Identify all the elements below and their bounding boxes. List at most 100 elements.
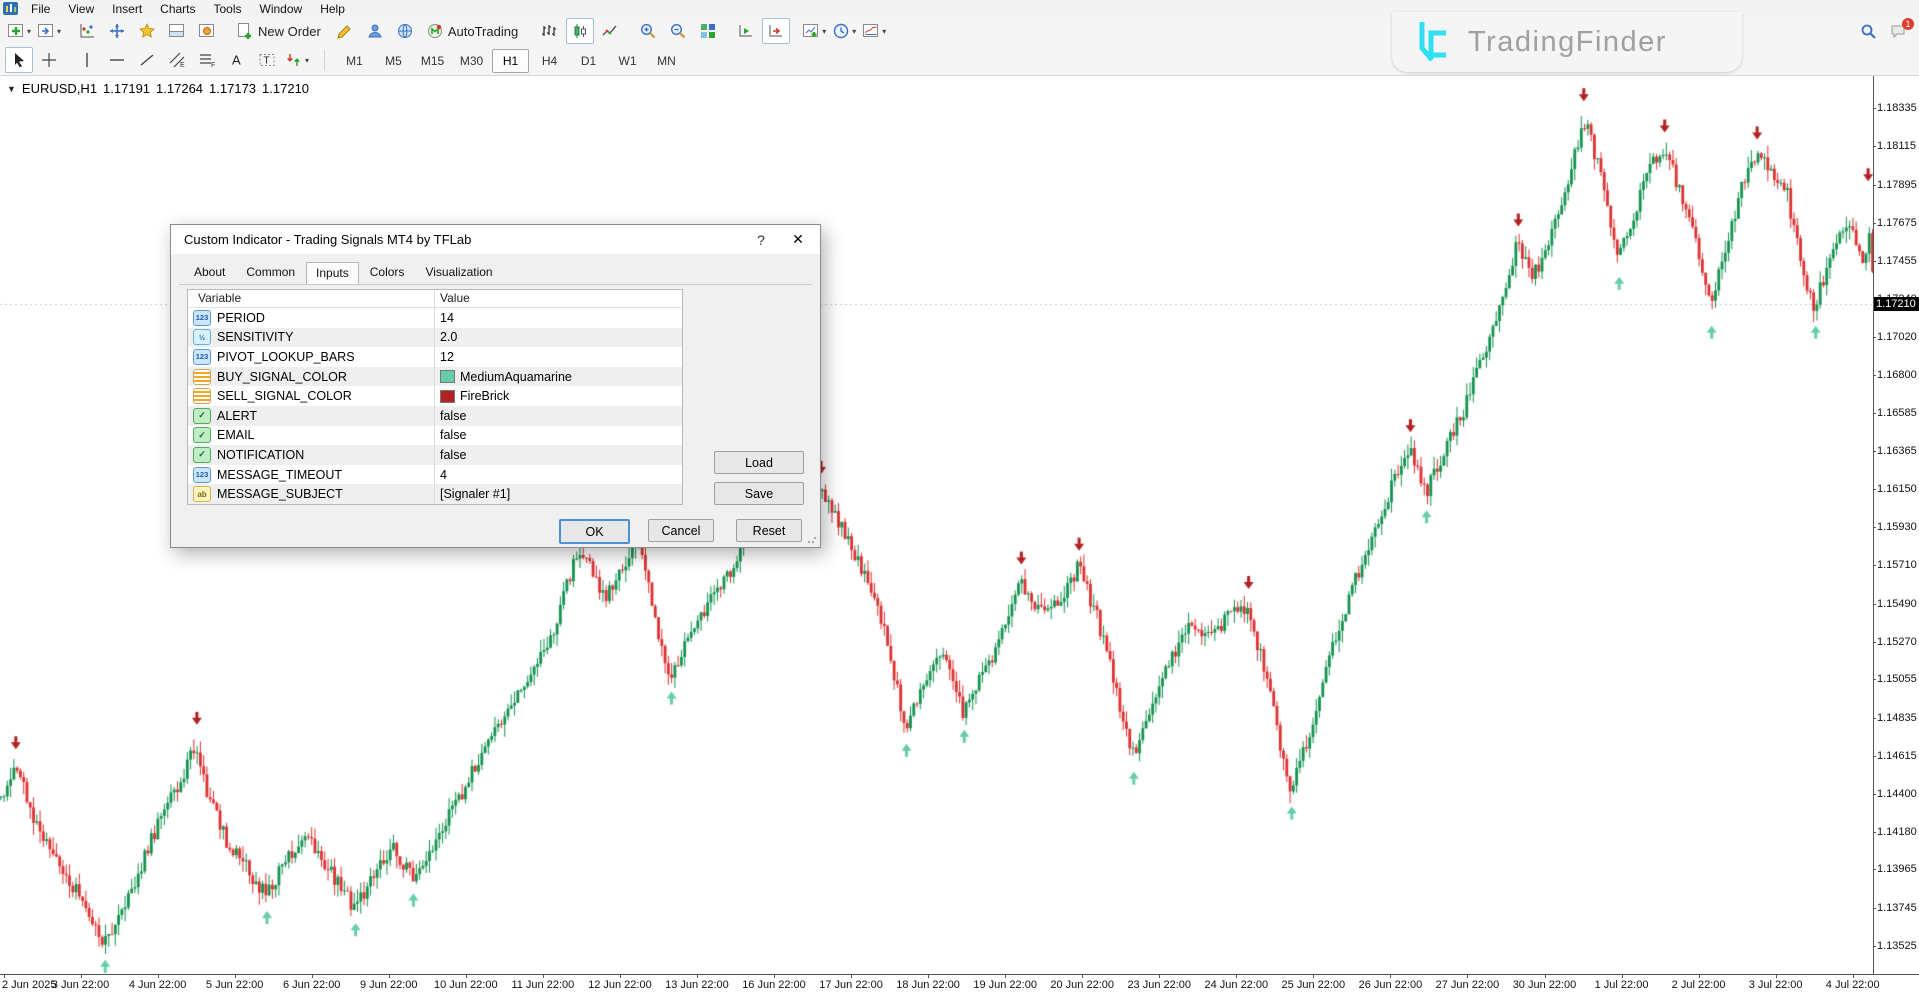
param-value[interactable]: 2.0 [434,330,457,344]
menu-window[interactable]: Window [251,1,312,17]
time-tick [81,975,82,978]
quote-open: 1.17191 [103,81,150,96]
reset-button[interactable]: Reset [736,519,802,542]
tile-windows-icon [699,22,717,40]
help-button[interactable]: ? [746,232,776,248]
navigator-button[interactable] [133,18,161,44]
experts-button[interactable] [361,18,389,44]
crosshair-button[interactable] [35,47,63,73]
profiles-button[interactable]: ▾ [35,18,63,44]
time-label: 16 Jun 22:00 [742,979,806,991]
param-value[interactable]: 12 [434,350,454,364]
text-label-button[interactable]: T [253,47,281,73]
metaeditor-button[interactable] [331,18,359,44]
timeframe-h4[interactable]: H4 [531,49,568,73]
dialog-titlebar[interactable]: Custom Indicator - Trading Signals MT4 b… [171,225,820,254]
param-row-period[interactable]: 123PERIOD14 [188,308,682,328]
chat-button[interactable]: 1 [1884,19,1912,45]
resize-grip[interactable] [807,534,817,544]
param-row-message_timeout[interactable]: 123MESSAGE_TIMEOUT4 [188,465,682,485]
menu-insert[interactable]: Insert [103,1,151,17]
data-window-button[interactable] [103,18,131,44]
tab-visualization[interactable]: Visualization [415,261,502,284]
text-button[interactable]: A [223,47,251,73]
new-chart-button[interactable]: ▾ [5,18,33,44]
param-row-pivot_lookup_bars[interactable]: 123PIVOT_LOOKUP_BARS12 [188,347,682,367]
timeframe-d1[interactable]: D1 [570,49,607,73]
options-globe-button[interactable] [391,18,419,44]
arrow-objects-button[interactable]: ▾ [283,47,311,73]
time-tick [1776,975,1777,978]
horizontal-line-button[interactable] [103,47,131,73]
autotrading-button[interactable]: AutoTrading [421,18,526,44]
param-value[interactable]: MediumAquamarine [434,370,572,384]
new-order-button[interactable]: New Order [231,18,329,44]
fibonacci-button[interactable]: F [193,47,221,73]
menu-tools[interactable]: Tools [205,1,251,17]
param-value[interactable]: false [434,448,466,462]
timeframe-m30[interactable]: M30 [453,49,490,73]
timeframe-m5[interactable]: M5 [375,49,412,73]
ok-button[interactable]: OK [559,519,630,544]
menu-view[interactable]: View [59,1,103,17]
param-value[interactable]: 4 [434,468,447,482]
equidistant-channel-button[interactable]: E [163,47,191,73]
chevron-down-icon[interactable]: ▼ [7,84,16,94]
param-value[interactable]: false [434,428,466,442]
bar-chart-button[interactable] [536,18,564,44]
price-axis[interactable]: 1.183351.181151.178951.176751.174551.172… [1873,76,1919,975]
vertical-line-button[interactable] [73,47,101,73]
menu-help[interactable]: Help [311,1,354,17]
param-row-buy_signal_color[interactable]: BUY_SIGNAL_COLORMediumAquamarine [188,367,682,387]
param-row-email[interactable]: ✓EMAILfalse [188,426,682,446]
save-button[interactable]: Save [714,482,804,505]
cancel-button[interactable]: Cancel [648,519,714,542]
trendline-button[interactable] [133,47,161,73]
param-row-sensitivity[interactable]: ½SENSITIVITY2.0 [188,328,682,348]
new-order-icon [236,22,254,40]
param-row-message_subject[interactable]: abMESSAGE_SUBJECT[Signaler #1] [188,484,682,504]
timeframe-m1[interactable]: M1 [336,49,373,73]
zoom-in-button[interactable] [634,18,662,44]
timeframe-w1[interactable]: W1 [609,49,646,73]
load-button[interactable]: Load [714,451,804,474]
param-value[interactable]: FireBrick [434,389,509,403]
tab-inputs[interactable]: Inputs [306,262,359,285]
templates-button[interactable]: ▾ [860,18,888,44]
line-chart-button[interactable] [596,18,624,44]
strategy-tester-button[interactable] [193,18,221,44]
param-row-notification[interactable]: ✓NOTIFICATIONfalse [188,445,682,465]
search-button[interactable] [1854,19,1882,45]
column-header-value[interactable]: Value [434,290,470,307]
candlestick-chart-button[interactable] [566,18,594,44]
indicators-button[interactable]: ▾ [800,18,828,44]
menu-file[interactable]: File [22,1,59,17]
tab-colors[interactable]: Colors [360,261,415,284]
price-label: 1.15055 [1877,672,1917,686]
time-label: 13 Jun 22:00 [665,979,729,991]
param-row-alert[interactable]: ✓ALERTfalse [188,406,682,426]
periods-clock-button[interactable]: ▾ [830,18,858,44]
tab-about[interactable]: About [184,261,235,284]
param-value[interactable]: false [434,409,466,423]
timeframe-m15[interactable]: M15 [414,49,451,73]
zoom-out-button[interactable] [664,18,692,44]
column-header-variable[interactable]: Variable [188,290,434,307]
tab-common[interactable]: Common [236,261,305,284]
param-type-clr-icon [193,388,211,404]
timeframe-h1[interactable]: H1 [492,49,529,73]
market-watch-button[interactable] [73,18,101,44]
cursor-button[interactable] [5,47,33,73]
param-row-sell_signal_color[interactable]: SELL_SIGNAL_COLOR FireBrick [188,386,682,406]
timeframe-mn[interactable]: MN [648,49,685,73]
menu-charts[interactable]: Charts [151,1,204,17]
time-axis[interactable]: 2 Jun 20253 Jun 22:004 Jun 22:005 Jun 22… [0,974,1919,996]
auto-scroll-button[interactable] [732,18,760,44]
close-icon[interactable]: ✕ [776,225,820,254]
tile-windows-button[interactable] [694,18,722,44]
param-value[interactable]: [Signaler #1] [434,487,510,501]
terminal-button[interactable] [163,18,191,44]
param-value[interactable]: 14 [434,311,454,325]
chart-shift-button[interactable] [762,18,790,44]
param-name: SELL_SIGNAL_COLOR [217,389,352,403]
